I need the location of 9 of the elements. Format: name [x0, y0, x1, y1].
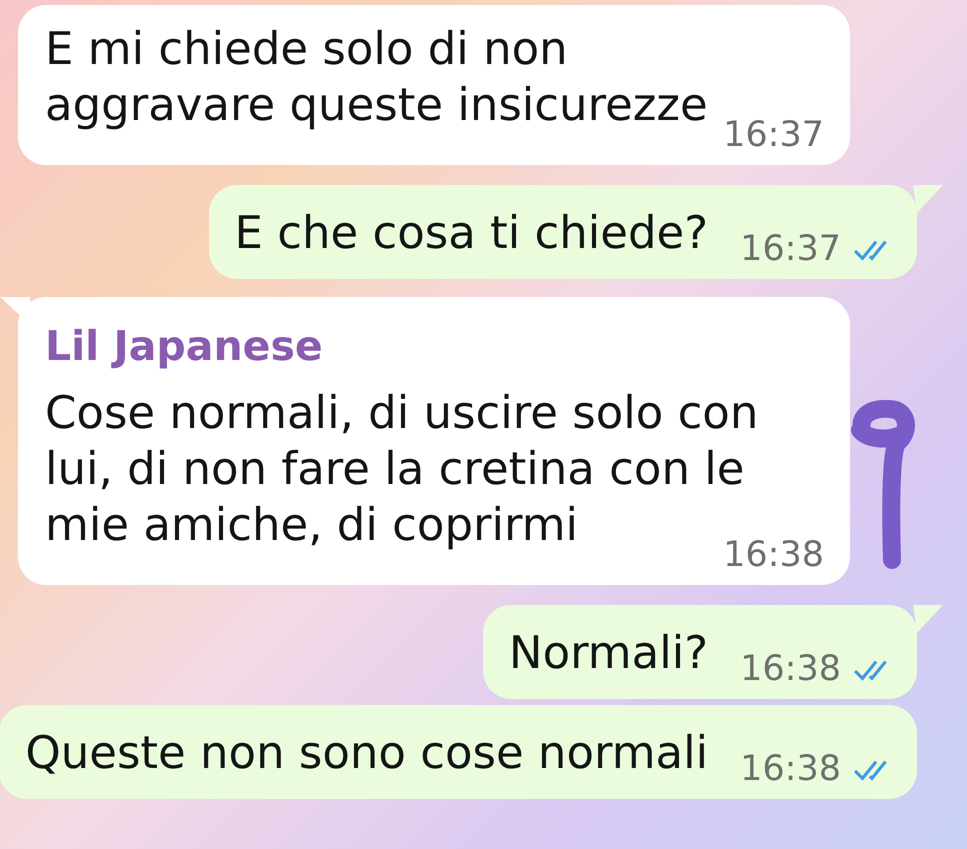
message-time: 16:38	[740, 649, 841, 689]
message-time: 16:38	[740, 749, 841, 789]
message-time: 16:37	[723, 115, 824, 155]
message-text: Queste non sono cose normali	[25, 727, 708, 779]
message-text: E mi chiede solo di non aggravare queste insicurezze	[45, 21, 709, 133]
sender-name: Lil Japanese	[45, 321, 324, 371]
message-text: Normali?	[508, 627, 708, 679]
message-time: 16:37	[740, 229, 841, 269]
message-text: E che cosa ti chiede?	[234, 207, 708, 259]
